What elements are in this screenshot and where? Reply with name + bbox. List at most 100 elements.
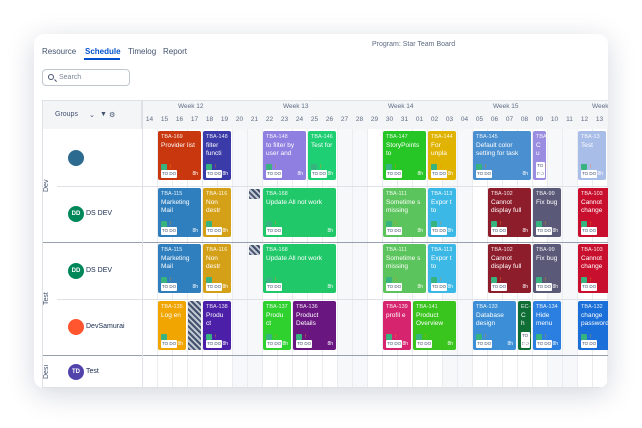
task-hours: 8h: [522, 171, 528, 177]
task-card[interactable]: TBA-136 Product Details ↑ TO DO 8h: [293, 301, 336, 350]
gear-icon[interactable]: ⚙: [109, 111, 115, 119]
task-card[interactable]: TBA-99 Fix bug ↑ TO DO 8h: [533, 244, 561, 293]
task-card[interactable]: TBA-13 Test ↑ TO DO 8h: [578, 131, 606, 180]
groups-label[interactable]: Groups: [55, 111, 78, 118]
task-footer: ↑TO DO8h: [521, 332, 531, 348]
task-card[interactable]: TBA-134 Hide menu ↑ TO DO 8h: [533, 301, 561, 350]
task-card[interactable]: TBA-116 Non destr ↑ TO DO 8h: [203, 244, 231, 293]
blocked-marker: [249, 245, 260, 255]
task-title: Provider list: [161, 142, 195, 149]
task-card[interactable]: TBA-148 filter functi ↑ TO DO 8h: [203, 131, 231, 180]
section-label: Test: [43, 292, 50, 305]
task-key: TBA-102: [491, 247, 513, 253]
task-footer: ↑TO DO8h: [206, 221, 228, 235]
task-footer: ↑TO DO8h: [161, 164, 198, 178]
task-footer: ↑TO DO8h: [536, 162, 546, 178]
task-card[interactable]: TBA-113 Expor t to ↑ TO DO 8h: [428, 244, 456, 293]
task-footer: ↑TO DO8h: [266, 277, 333, 291]
task-card[interactable]: TBA-169 Provider list ↑ TO DO 8h: [158, 131, 201, 180]
task-card[interactable]: TBA-141 Product Overview ↑ TO DO 8h: [413, 301, 456, 350]
tab-resource[interactable]: Resource: [42, 47, 76, 56]
status-badge: TO DO: [161, 227, 178, 235]
task-footer: ↑TO DO8h: [536, 221, 558, 235]
status-badge: TO DO: [431, 170, 448, 178]
task-footer: ↑TO DO8h: [476, 334, 513, 348]
tab-schedule[interactable]: Schedule: [85, 47, 121, 56]
task-title: Cannot display full: [491, 255, 522, 270]
task-card[interactable]: TBA-115 Marketing Mail ↑ TO DO 8h: [158, 244, 201, 293]
task-hours: 8h: [402, 341, 408, 347]
task-key: TBA-145: [476, 134, 498, 140]
task-card[interactable]: TBA-139 profil e ↑ TO DO 8h: [383, 301, 411, 350]
status-badge: TO DO: [431, 227, 448, 235]
task-card[interactable]: TBA-102 Cannot display full ↑ TO DO 8h: [488, 244, 531, 293]
task-card[interactable]: TBA-168 Update All not work ↑ TO DO 8h: [263, 188, 336, 237]
task-title: Test: [581, 142, 593, 149]
day-label: 23: [280, 116, 289, 123]
task-card[interactable]: TBA-103 Cannot change ↑TO DO8h: [578, 244, 608, 293]
day-label: 04: [460, 116, 469, 123]
task-title: Product Overview: [416, 312, 444, 327]
day-label: 10: [550, 116, 559, 123]
task-card[interactable]: TBA-113 Expor t to ↑ TO DO 8h: [428, 188, 456, 237]
task-footer: ↑TO DO8h: [386, 334, 408, 348]
status-badge: TO DO: [581, 340, 598, 348]
task-key: TBA-115: [161, 191, 183, 197]
task-card[interactable]: TBA-168 Update All not work ↑ TO DO 8h: [263, 244, 336, 293]
day-label: 14: [145, 116, 154, 123]
task-key: TBA-102: [491, 191, 513, 197]
task-hours: 8h: [282, 341, 288, 347]
day-label: 07: [505, 116, 514, 123]
task-card[interactable]: TBA-148 to filter by user and ↑ TO DO 8h: [263, 131, 306, 180]
task-key: TBA-115: [161, 247, 183, 253]
task-card[interactable]: TBA-146 Test for ↑ TO DO 8h: [308, 131, 336, 180]
task-card[interactable]: TBA C u ↑TO DO8h: [533, 131, 546, 180]
task-key: TBA-148: [266, 134, 288, 140]
task-hours: 8h: [597, 171, 603, 177]
task-card[interactable]: TBA-145 Default color setting for task ↑ TO…: [473, 131, 531, 180]
task-footer: ↑TO DO8h: [266, 164, 303, 178]
search-input[interactable]: Search: [59, 74, 81, 81]
task-card[interactable]: TBA-147 StoryPoints to ↑ TO DO 8h: [383, 131, 426, 180]
task-card[interactable]: TBA-144 For unpla ↑ TO DO 8h: [428, 131, 456, 180]
tab-report[interactable]: Report: [163, 47, 187, 56]
day-label: 29: [370, 116, 379, 123]
status-badge: TO DO: [416, 340, 433, 348]
task-footer: ↑TO DO8h: [581, 221, 608, 235]
task-card[interactable]: TBA-99 Fix bug ↑ TO DO 8h: [533, 188, 561, 237]
task-card[interactable]: EC- C h ↑TO DO8h: [518, 301, 531, 350]
task-hours: 8h: [327, 284, 333, 290]
task-card[interactable]: TBA-116 Non destr ↑ TO DO 8h: [203, 188, 231, 237]
chevron-down-icon[interactable]: ⌄: [89, 111, 95, 119]
task-card[interactable]: TBA-132 change password ↑TO DO8h: [578, 301, 608, 350]
task-card[interactable]: TBA-115 Marketing Mail ↑ TO DO 8h: [158, 188, 201, 237]
task-title: Marketing Mail: [161, 255, 190, 270]
task-card[interactable]: TBA-103 Cannot change ↑TO DO8h: [578, 188, 608, 237]
task-key: TBA-133: [476, 304, 498, 310]
tab-timelog[interactable]: Timelog: [128, 47, 156, 56]
task-hours: 8h: [417, 228, 423, 234]
task-hours: 8h: [507, 341, 513, 347]
task-card[interactable]: TBA-138 Produ ct ↑ TO DO 8h: [203, 301, 231, 350]
status-badge: TO DO: [206, 340, 223, 348]
task-card[interactable]: TBA-102 Cannot display full ↑ TO DO 8h: [488, 188, 531, 237]
task-card[interactable]: TBA-111 Sometime s missing ↑ TO DO 8h: [383, 244, 426, 293]
task-card[interactable]: TBA-133 Database design ↑ TO DO 8h: [473, 301, 516, 350]
filter-icon[interactable]: ▼: [100, 111, 107, 118]
task-title: Cannot change: [581, 255, 603, 270]
day-label: 11: [566, 116, 573, 123]
task-card[interactable]: TBA-137 Produ ct ↑ TO DO 8h: [263, 301, 291, 350]
day-label: 09: [535, 116, 544, 123]
status-badge: TO DO: [161, 170, 178, 178]
task-key: TBA-103: [581, 247, 603, 253]
task-footer: ↑TO DO8h: [206, 164, 228, 178]
members-divider: [142, 101, 143, 387]
task-title: filter functi: [206, 142, 222, 157]
task-card[interactable]: TBA-111 Sometime s missing ↑ TO DO 8h: [383, 188, 426, 237]
status-badge: TO DO: [266, 340, 283, 348]
task-hours: 8h: [552, 341, 558, 347]
task-card[interactable]: TBA-135 Log en ↑ TO DO 8h: [158, 301, 186, 350]
task-title: Produ ct: [266, 312, 284, 327]
day-column-line: [247, 129, 248, 387]
search-box[interactable]: Search: [42, 69, 130, 86]
